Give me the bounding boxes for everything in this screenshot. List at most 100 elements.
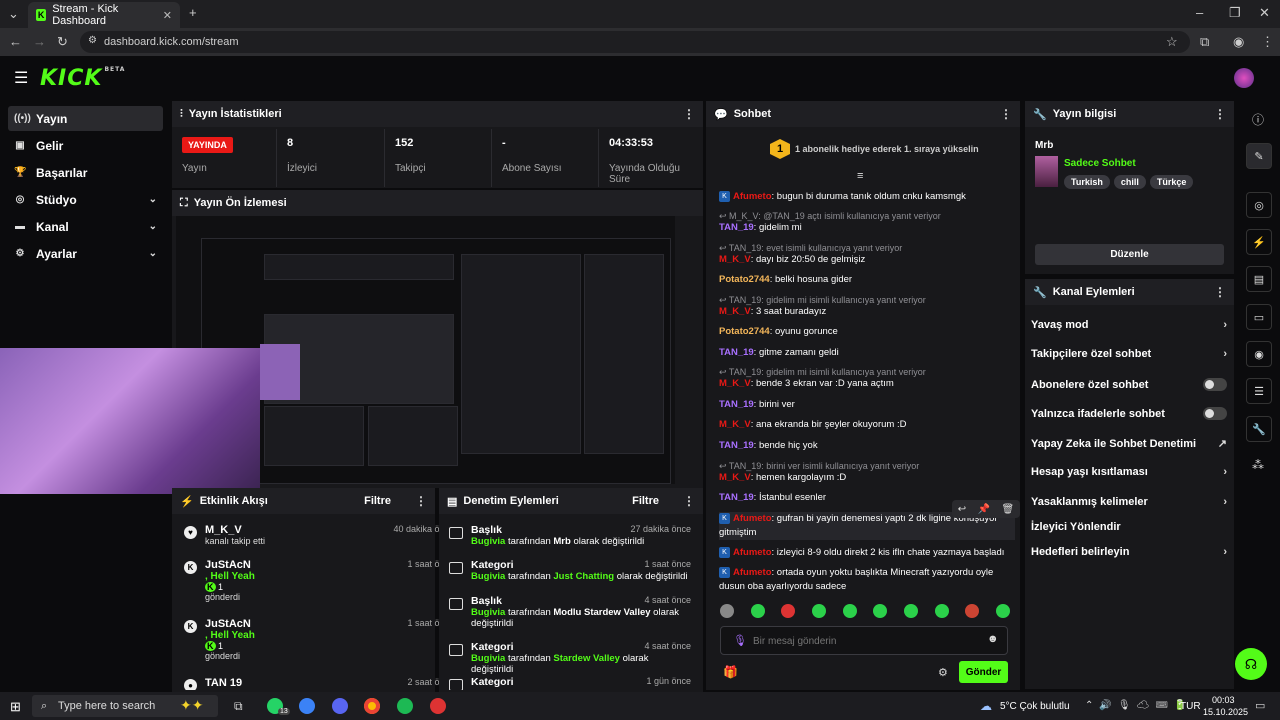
chat-username[interactable]: Potato2744 [719,326,770,337]
emote-icon[interactable] [781,604,796,618]
clock-time[interactable]: 00:03 [1212,695,1235,705]
gift-icon[interactable]: 🎁 [723,665,738,679]
channel-action-item[interactable]: Yalnızca ifadelerle sohbet [1031,407,1227,420]
more-options-icon[interactable]: ⋮ [683,494,695,508]
microphone-icon[interactable]: 🎙 [733,634,747,647]
copilot-sparkle-icon[interactable]: ✦✦ [180,697,203,714]
toggle-switch[interactable] [1203,378,1227,391]
spotify-icon[interactable] [397,698,413,714]
broadcast-icon[interactable]: ◉ [1246,341,1272,367]
more-options-icon[interactable]: ⋮ [1214,107,1226,121]
chat-username[interactable]: TAN_19 [719,222,754,233]
channel-action-item[interactable]: Hedefleri belirleyin › [1031,546,1227,558]
chat-message[interactable]: M_K_V: ana ekranda bir şeyler okuyorum :… [719,418,1015,432]
info-icon[interactable]: ⓘ [1252,111,1264,128]
chat-message[interactable]: K Afumeto: izleyici 8-9 oldu direkt 2 kis… [719,546,1015,560]
more-options-icon[interactable]: ⋮ [415,494,427,508]
camera-icon[interactable]: ◎ [1246,192,1272,218]
new-tab-icon[interactable]: + [189,5,197,20]
channel-action-item[interactable]: Abonelere özel sohbet [1031,378,1227,391]
sidebar-item-ayarlar[interactable]: ⚙ Ayarlar ⌄ [8,241,163,266]
task-view-icon[interactable]: ⧉ [234,699,243,714]
emote-icon[interactable] [842,604,857,618]
chat-username[interactable]: TAN_19 [719,347,754,358]
windows-start-icon[interactable]: ⊞ [10,699,21,715]
emote-icon[interactable] [873,604,888,618]
weather-icon[interactable]: ☁ [980,699,992,713]
sidebar-item-kanal[interactable]: ▬ Kanal ⌄ [8,214,163,239]
emoji-picker-icon[interactable]: ☻ [987,633,999,645]
chat-message[interactable]: Potato2744: oyunu gorunce [719,325,1015,339]
profile-icon[interactable]: ◉ [1233,34,1244,50]
chat-message[interactable]: TAN_19: gitme zamanı geldi [719,346,1015,360]
obs-icon[interactable] [430,698,446,714]
category-name[interactable]: Sadece Sohbet [1064,158,1136,169]
discord-icon[interactable] [332,698,348,714]
chat-message[interactable]: M_K_V: hemen kargolayım :D [719,471,1015,485]
chat-message[interactable]: M_K_V: dayı biz 20:50 de gelmişiz [719,253,1015,267]
site-info-icon[interactable]: ⚙ [88,35,97,46]
sidebar-item-gelir[interactable]: ▣ Gelir [8,133,163,158]
chat-username[interactable]: Afumeto [733,567,772,578]
channel-action-item[interactable]: Yasaklanmış kelimeler › [1031,496,1227,508]
copilot-app-icon[interactable] [299,698,315,714]
sliders-icon[interactable]: ☰ [1246,378,1272,404]
chat-username[interactable]: M_K_V [719,378,751,389]
extensions-icon[interactable]: ⧉ [1200,34,1209,50]
emote-icon[interactable] [934,604,949,618]
chat-username[interactable]: TAN_19 [719,440,754,451]
chat-username[interactable]: M_K_V [719,472,751,483]
close-window-icon[interactable]: ✕ [1259,5,1270,21]
chat-username[interactable]: M_K_V [719,254,751,265]
emote-icon[interactable] [903,604,918,618]
back-icon[interactable]: ← [9,34,22,49]
lightning-icon[interactable]: ⚡ [1246,229,1272,255]
user-avatar[interactable] [1234,68,1254,88]
edit-stream-button[interactable]: Düzenle [1035,244,1224,265]
more-options-icon[interactable]: ⋮ [683,107,695,121]
tab-menu-icon[interactable]: ⌄ [8,6,19,22]
chat-input[interactable] [753,633,973,649]
chat-message[interactable]: Potato2744: belki hosuna gider [719,273,1015,287]
more-options-icon[interactable]: ⋮ [1214,285,1226,299]
send-button[interactable]: Gönder [959,661,1008,683]
reply-icon[interactable]: ↩ [958,504,966,515]
chat-username[interactable]: Afumeto [733,547,772,558]
sidebar-item-basarilar[interactable]: 🏆 Başarılar [8,160,163,185]
delete-icon[interactable]: 🗑 [1002,504,1015,515]
bookmark-star-icon[interactable]: ☆ [1166,34,1178,50]
notes-icon[interactable]: ▤ [1246,266,1272,292]
system-tray-icons[interactable]: ⌃🔊🎙☁⌨🔋 [1085,700,1192,711]
chat-username[interactable]: Potato2744 [719,274,770,285]
chat-username[interactable]: M_K_V [719,306,751,317]
more-options-icon[interactable]: ⋮ [1000,107,1012,121]
chat-message[interactable]: K Afumeto: bugun bi duruma tanık oldum cn… [719,190,1015,204]
input-language[interactable]: TUR [1180,701,1201,712]
chat-username[interactable]: Afumeto [733,513,772,524]
pin-icon[interactable]: 📌 [978,504,990,515]
chat-settings-icon[interactable]: ⚙ [938,666,948,679]
hamburger-menu-icon[interactable]: ☰ [14,68,28,88]
url-field[interactable]: dashboard.kick.com/stream [80,31,1190,53]
notification-icon[interactable]: ▭ [1255,699,1265,712]
channel-action-item[interactable]: Yavaş mod › [1031,319,1227,331]
chrome-icon[interactable] [364,698,380,714]
emote-icon[interactable] [995,604,1010,618]
forward-icon[interactable]: → [33,34,46,49]
chat-username[interactable]: Afumeto [733,191,772,202]
chat-message[interactable]: K Afumeto: ortada oyun yoktu başlıkta Min… [719,566,1015,594]
minimize-icon[interactable]: – [1196,5,1203,20]
close-tab-icon[interactable]: ✕ [163,9,172,22]
chat-message[interactable]: TAN_19: bende hiç yok [719,439,1015,453]
browser-menu-icon[interactable]: ⋮ [1261,34,1274,50]
toggle-switch[interactable] [1203,407,1227,420]
chat-message[interactable]: M_K_V: bende 3 ekran var :D yana açtım [719,377,1015,391]
wrench-icon[interactable]: 🔧 [1246,416,1272,442]
gift-leaderboard-text[interactable]: 1 abonelik hediye ederek 1. sıraya yükse… [795,144,979,154]
chat-username[interactable]: TAN_19 [719,492,754,503]
chat-icon[interactable]: ▭ [1246,304,1272,330]
chat-message[interactable]: M_K_V: 3 saat buradayız [719,305,1015,319]
maximize-icon[interactable]: ❐ [1229,5,1241,21]
support-headset-icon[interactable]: ☊ [1235,648,1267,680]
channel-action-item[interactable]: Yapay Zeka ile Sohbet Denetimi ↗ [1031,437,1227,451]
